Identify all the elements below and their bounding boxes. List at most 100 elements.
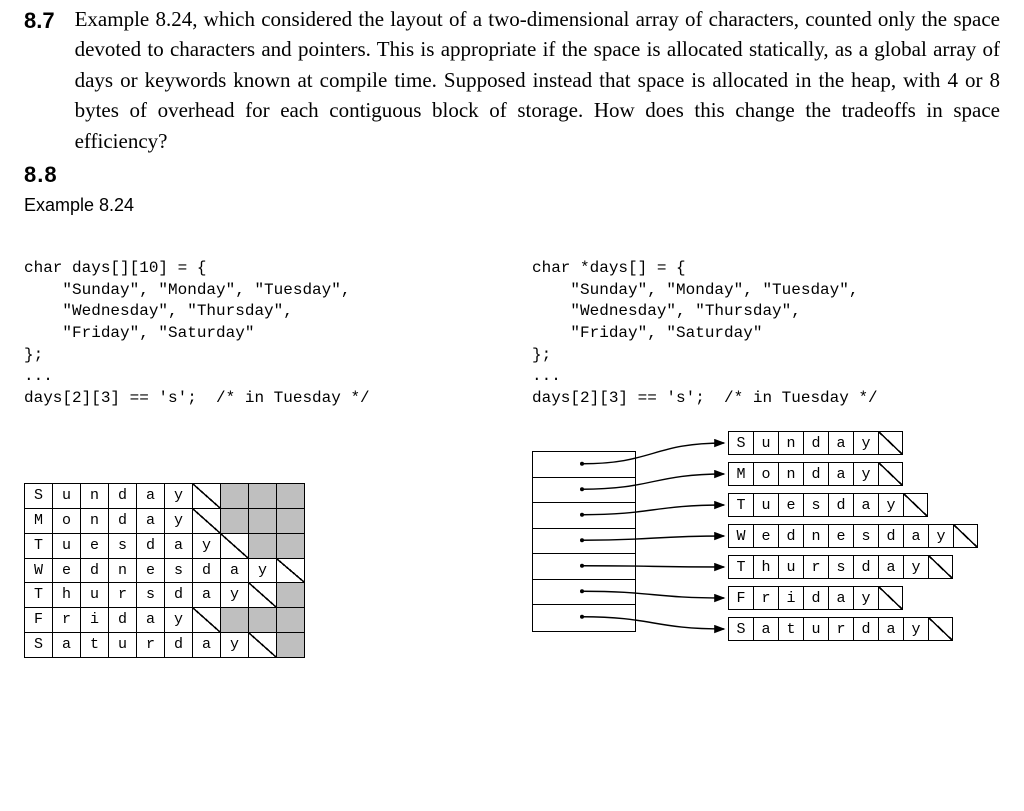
grid-cell: s — [165, 558, 193, 583]
grid-cell — [193, 484, 221, 509]
char-cell: n — [803, 524, 828, 548]
char-cell: d — [803, 431, 828, 455]
grid-cell: e — [81, 533, 109, 558]
problem-block: 8.7 Example 8.24, which considered the l… — [24, 4, 1000, 156]
char-cell: y — [903, 617, 928, 641]
char-cell: y — [903, 555, 928, 579]
grid-cell: y — [165, 608, 193, 633]
pointer-arrow — [582, 566, 724, 567]
char-cell: d — [853, 617, 878, 641]
pointer-arrow — [582, 505, 724, 515]
grid-cell: a — [193, 583, 221, 608]
contiguous-array-grid: SundayMondayTuesdayWednesdayThursdayFrid… — [24, 483, 305, 657]
cutoff-next-problem: 8.8 x — [24, 158, 1000, 184]
char-cell: a — [828, 431, 853, 455]
grid-cell — [277, 533, 305, 558]
pointer-arrow — [582, 474, 724, 489]
example-label: Example 8.24 — [24, 192, 1000, 218]
grid-cell — [221, 509, 249, 534]
string-row: Wednesday — [728, 524, 978, 548]
grid-cell: d — [165, 632, 193, 657]
char-cell: d — [803, 586, 828, 610]
grid-cell: u — [53, 484, 81, 509]
grid-cell: d — [81, 558, 109, 583]
grid-cell — [221, 484, 249, 509]
grid-cell: t — [81, 632, 109, 657]
grid-cell — [221, 608, 249, 633]
char-cell: d — [853, 555, 878, 579]
char-cell: n — [778, 462, 803, 486]
grid-cell: a — [137, 484, 165, 509]
grid-cell: T — [25, 583, 53, 608]
grid-cell — [193, 608, 221, 633]
char-cell: y — [853, 586, 878, 610]
grid-row: Sunday — [25, 484, 305, 509]
char-cell: F — [728, 586, 753, 610]
grid-cell: d — [137, 533, 165, 558]
char-cell: d — [803, 462, 828, 486]
grid-cell — [249, 509, 277, 534]
grid-cell: a — [53, 632, 81, 657]
grid-cell: n — [81, 509, 109, 534]
grid-cell: a — [193, 632, 221, 657]
grid-cell: T — [25, 533, 53, 558]
char-cell: h — [753, 555, 778, 579]
char-cell: u — [803, 617, 828, 641]
grid-cell: y — [221, 583, 249, 608]
char-cell: S — [728, 617, 753, 641]
char-cell: T — [728, 555, 753, 579]
char-cell: d — [778, 524, 803, 548]
pointer-arrow — [582, 592, 724, 599]
pointer-array-figure: SundayMondayTuesdayWednesdayThursdayFrid… — [532, 431, 1000, 666]
char-cell: d — [828, 493, 853, 517]
grid-cell — [249, 608, 277, 633]
null-terminator-cell — [878, 431, 903, 455]
char-cell: y — [928, 524, 953, 548]
grid-cell: s — [137, 583, 165, 608]
grid-cell — [277, 583, 305, 608]
grid-cell — [277, 632, 305, 657]
null-terminator-cell — [878, 462, 903, 486]
grid-cell: a — [137, 509, 165, 534]
char-cell: a — [828, 586, 853, 610]
char-cell: n — [778, 431, 803, 455]
char-cell: T — [728, 493, 753, 517]
grid-cell: d — [193, 558, 221, 583]
grid-cell: r — [53, 608, 81, 633]
cutoff-number: 8.8 — [24, 158, 58, 184]
grid-cell: e — [137, 558, 165, 583]
grid-row: Friday — [25, 608, 305, 633]
grid-cell: u — [81, 583, 109, 608]
problem-text: Example 8.24, which considered the layou… — [75, 4, 1000, 156]
grid-cell: d — [109, 608, 137, 633]
grid-cell: u — [53, 533, 81, 558]
null-terminator-cell — [903, 493, 928, 517]
grid-row: Saturday — [25, 632, 305, 657]
pointer-arrow — [582, 536, 724, 540]
char-cell: d — [878, 524, 903, 548]
grid-cell — [249, 484, 277, 509]
grid-cell: F — [25, 608, 53, 633]
grid-cell: y — [221, 632, 249, 657]
char-cell: S — [728, 431, 753, 455]
char-cell: u — [778, 555, 803, 579]
two-column-figure: char days[][10] = { "Sunday", "Monday", … — [24, 258, 1000, 666]
pointer-arrow — [582, 443, 724, 464]
grid-cell — [249, 533, 277, 558]
grid-cell: y — [249, 558, 277, 583]
grid-cell: o — [53, 509, 81, 534]
char-cell: i — [778, 586, 803, 610]
grid-cell: r — [137, 632, 165, 657]
grid-cell: u — [109, 632, 137, 657]
grid-cell — [221, 533, 249, 558]
string-row: Friday — [728, 586, 903, 610]
string-row: Saturday — [728, 617, 953, 641]
null-terminator-cell — [928, 555, 953, 579]
null-terminator-cell — [953, 524, 978, 548]
grid-cell: S — [25, 632, 53, 657]
grid-cell: e — [53, 558, 81, 583]
char-cell: y — [853, 462, 878, 486]
grid-cell: y — [165, 509, 193, 534]
grid-cell — [277, 608, 305, 633]
grid-row: Tuesday — [25, 533, 305, 558]
